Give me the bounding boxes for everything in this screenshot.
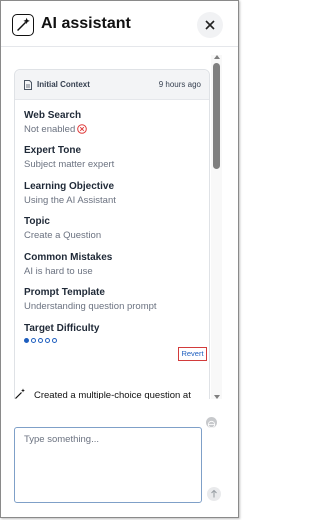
scroll-down-icon[interactable] [213,393,221,401]
item-title-prompt-template: Prompt Template [24,287,105,298]
send-button[interactable] [207,487,221,501]
assistant-message: Created a multiple-choice question at [34,390,191,399]
conversation-area: Initial Context 9 hours ago Web Search N… [1,51,224,399]
initial-context-card: Initial Context 9 hours ago Web Search N… [14,69,210,399]
context-label: Initial Context [37,80,90,89]
item-title-learning-objective: Learning Objective [24,181,115,192]
item-value-learning-objective: Using the AI Assistant [24,195,116,206]
difficulty-dot-4 [45,338,50,343]
item-title-common-mistakes: Common Mistakes [24,252,113,263]
item-value-prompt-template: Understanding question prompt [24,301,157,312]
context-header: Initial Context 9 hours ago [15,70,209,100]
item-value-common-mistakes: AI is hard to use [24,266,93,277]
not-enabled-icon [77,124,88,134]
difficulty-dot-5 [52,338,57,343]
close-button[interactable] [197,12,223,38]
panel-header: AI assistant [1,1,238,47]
magic-wand-icon [15,388,25,399]
globe-icon [207,420,216,429]
revert-button[interactable]: Revert [178,347,207,361]
close-icon [205,20,215,30]
difficulty-dot-3 [38,338,43,343]
ai-assistant-panel: AI assistant Initial Context 9 hours ago… [0,0,239,518]
message-input[interactable] [14,427,202,503]
difficulty-rating [24,338,57,343]
scrollbar-thumb[interactable] [213,63,220,169]
item-title-web-search: Web Search [24,110,82,121]
difficulty-dot-1 [24,338,29,343]
panel-title: AI assistant [41,15,131,32]
magic-wand-icon [12,14,34,36]
context-timestamp: 9 hours ago [158,80,201,89]
item-value-topic: Create a Question [24,230,102,241]
attachment-icon[interactable] [206,417,217,429]
item-title-topic: Topic [24,216,50,227]
difficulty-dot-2 [31,338,36,343]
item-title-expert-tone: Expert Tone [24,145,82,156]
item-value-expert-tone: Subject matter expert [24,159,115,170]
item-title-target-difficulty: Target Difficulty [24,323,100,334]
scroll-up-icon[interactable] [213,53,221,61]
document-icon [24,80,32,90]
item-value-web-search: Not enabled [24,124,88,135]
arrow-up-icon [211,489,217,498]
